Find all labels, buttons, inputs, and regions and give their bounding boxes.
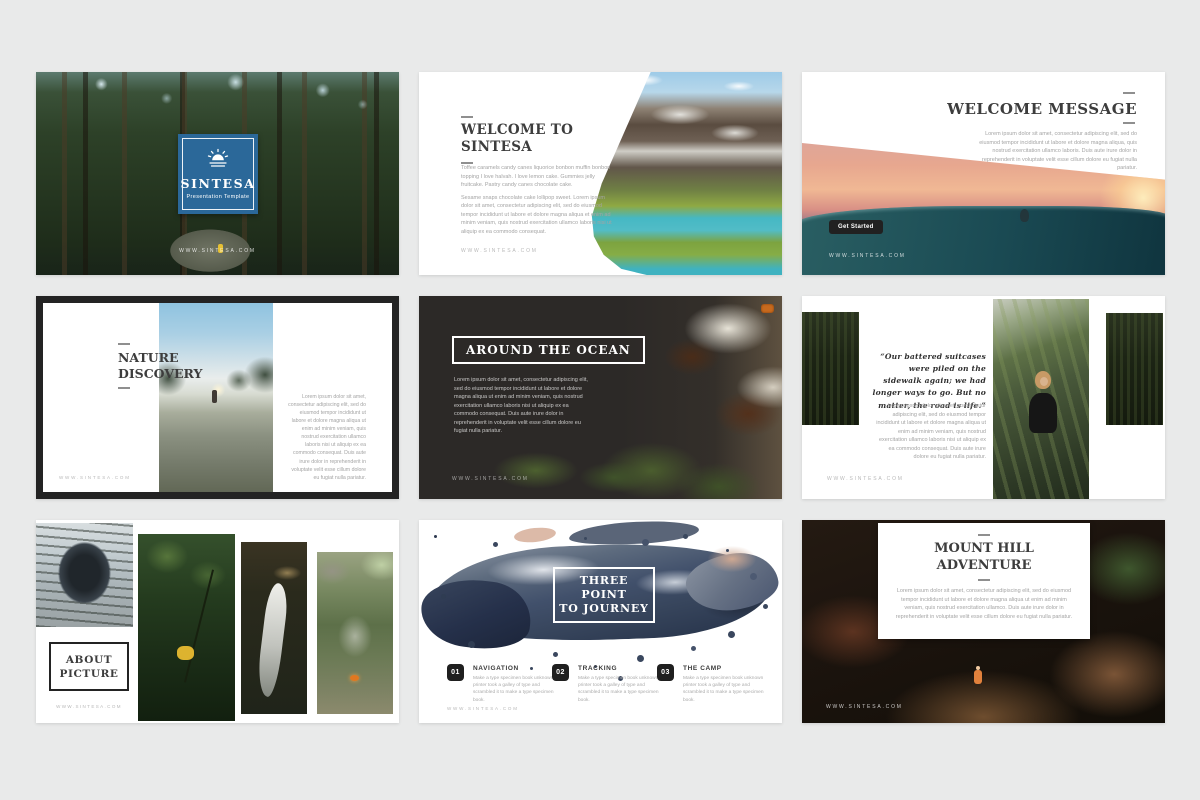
woman-portrait-photo	[993, 299, 1089, 499]
slide-title: WELCOME MESSAGE	[947, 100, 1137, 118]
point-title: THE CAMP	[683, 664, 757, 672]
waterfall-photo	[241, 542, 307, 714]
slide-title-line1: MOUNT HILL	[934, 540, 1034, 557]
watercolor-splash	[708, 546, 756, 572]
watercolor-splash	[513, 526, 556, 544]
portrait-top	[1029, 393, 1057, 433]
slide-title-frame: AROUND THE OCEAN	[452, 336, 645, 364]
treetops-photo	[477, 436, 673, 499]
slide-about-picture-thumbnail[interactable]: ABOUT PICTURE WWW.SINTESA.COM	[36, 520, 399, 723]
campfire-photo	[317, 552, 393, 714]
climber-head	[976, 666, 980, 670]
slide-around-ocean-thumbnail[interactable]: AROUND THE OCEAN Lorem ipsum dolor sit a…	[419, 296, 782, 499]
slide-three-point-thumbnail[interactable]: THREE POINT TO JOURNEY 01 NAVIGATION Mak…	[419, 520, 782, 723]
waterfall-cascade	[255, 582, 290, 697]
slide-title-line1: WELCOME TO	[461, 122, 573, 139]
paragraph: Toffee caramels candy canes liquorice bo…	[461, 164, 613, 190]
slide-cover-thumbnail[interactable]: SINTESA Presentation Template WWW.SINTES…	[36, 72, 399, 275]
slide-title-line2: DISCOVERY	[118, 366, 203, 382]
campfire-flame	[350, 675, 359, 681]
divider	[978, 579, 990, 581]
website-url: WWW.SINTESA.COM	[59, 475, 131, 480]
slide-title-line1: THREE POINT	[557, 574, 651, 602]
yellow-shirt-figure	[177, 646, 194, 660]
brand-tagline: Presentation Template	[186, 194, 249, 200]
slide-title-frame: THREE POINT TO JOURNEY	[553, 567, 655, 623]
standing-person-figure	[212, 390, 217, 403]
slide-body-text: Lorem ipsum dolor sit amet, consectetur …	[895, 587, 1073, 621]
brand-logo-border: SINTESA Presentation Template	[182, 138, 254, 210]
number-badge: 01	[447, 664, 464, 681]
divider	[461, 116, 473, 118]
list-item-the-camp: 03 THE CAMP Make a type specimen book un…	[657, 664, 757, 704]
number-badge: 02	[552, 664, 569, 681]
slide-body-text: Lorem ipsum dolor sit amet, consectetur …	[969, 130, 1137, 173]
slide-title: ABOUT PICTURE	[59, 653, 118, 681]
website-url: WWW.SINTESA.COM	[36, 248, 399, 254]
raft-figure	[761, 304, 774, 313]
divider	[1123, 122, 1135, 124]
slide-content-card: MOUNT HILL ADVENTURE Lorem ipsum dolor s…	[878, 523, 1090, 639]
point-title: NAVIGATION	[473, 664, 547, 672]
website-url: WWW.SINTESA.COM	[826, 704, 903, 710]
brand-name: SINTESA	[180, 176, 255, 191]
slide-title-line1: NATURE	[118, 350, 203, 366]
forest-strip-photo-right	[1106, 313, 1163, 425]
sunrise-over-water-icon	[205, 148, 231, 173]
ocean-wave	[802, 206, 1165, 275]
slide-title: MOUNT HILL ADVENTURE	[934, 540, 1034, 574]
point-description: Make a type specimen book unknown printe…	[683, 675, 771, 704]
slide-nature-discovery-thumbnail[interactable]: NATURE DISCOVERY Lorem ipsum dolor sit a…	[36, 296, 399, 499]
slide-title-frame: ABOUT PICTURE	[49, 642, 129, 691]
get-started-button[interactable]: Get Started	[829, 220, 883, 234]
watercolor-splash	[569, 520, 700, 547]
website-url: WWW.SINTESA.COM	[447, 706, 519, 711]
portrait-face	[1040, 377, 1048, 386]
website-url: WWW.SINTESA.COM	[827, 476, 904, 482]
slide-title: AROUND THE OCEAN	[466, 343, 631, 357]
surfer-silhouette	[1020, 209, 1029, 222]
website-url: WWW.SINTESA.COM	[829, 253, 906, 259]
slide-welcome-message-thumbnail[interactable]: WELCOME MESSAGE Lorem ipsum dolor sit am…	[802, 72, 1165, 275]
slide-body-text: Toffee caramels candy canes liquorice bo…	[461, 164, 613, 240]
point-description: Make a type specimen book unknown printe…	[578, 675, 666, 704]
slide-title: THREE POINT TO JOURNEY	[557, 574, 651, 616]
website-url: WWW.SINTESA.COM	[452, 476, 529, 482]
jungle-photo	[138, 534, 235, 721]
divider	[118, 343, 130, 345]
divider	[978, 534, 990, 536]
list-item-tracking: 02 TRACKING Make a type specimen book un…	[552, 664, 652, 704]
mountain-lake-photo	[586, 72, 782, 275]
slide-title-line2: SINTESA	[461, 139, 573, 156]
point-description: Make a type specimen book unknown printe…	[473, 675, 561, 704]
slide-title-line2: ADVENTURE	[934, 557, 1034, 574]
website-url: WWW.SINTESA.COM	[461, 248, 538, 254]
paragraph: Sesame snaps chocolate cake lollipop swe…	[461, 194, 613, 237]
brand-logo-box: SINTESA Presentation Template	[178, 134, 258, 214]
climber-figure	[974, 670, 982, 684]
slide-mount-hill-thumbnail[interactable]: MOUNT HILL ADVENTURE Lorem ipsum dolor s…	[802, 520, 1165, 723]
number-badge: 03	[657, 664, 674, 681]
slide-title-line1: ABOUT	[59, 653, 118, 667]
website-url: WWW.SINTESA.COM	[49, 704, 129, 709]
ink-dots	[434, 535, 437, 538]
hooded-person-photo	[36, 523, 133, 627]
divider	[118, 387, 130, 389]
point-title: TRACKING	[578, 664, 652, 672]
divider	[1123, 92, 1135, 94]
slide-body-text: Lorem ipsum dolor sit amet, consectetur …	[454, 376, 592, 436]
template-preview-grid: SINTESA Presentation Template WWW.SINTES…	[0, 0, 1200, 800]
slide-welcome-thumbnail[interactable]: WELCOME TO SINTESA Toffee caramels candy…	[419, 72, 782, 275]
slide-body-text: Lorem ipsum dolor sit amet, consectetur …	[874, 402, 986, 462]
list-item-navigation: 01 NAVIGATION Make a type specimen book …	[447, 664, 547, 704]
forest-strip-photo-left	[802, 312, 859, 425]
slide-title-line2: TO JOURNEY	[557, 602, 651, 616]
walking-pole	[184, 569, 214, 682]
slide-quote-thumbnail[interactable]: “Our battered suitcases were piled on th…	[802, 296, 1165, 499]
slide-title: NATURE DISCOVERY	[118, 350, 203, 382]
slide-title-line2: PICTURE	[59, 667, 118, 681]
slide-title: WELCOME TO SINTESA	[461, 122, 573, 156]
slide-body-text: Lorem ipsum dolor sit amet, consectetur …	[288, 393, 366, 482]
